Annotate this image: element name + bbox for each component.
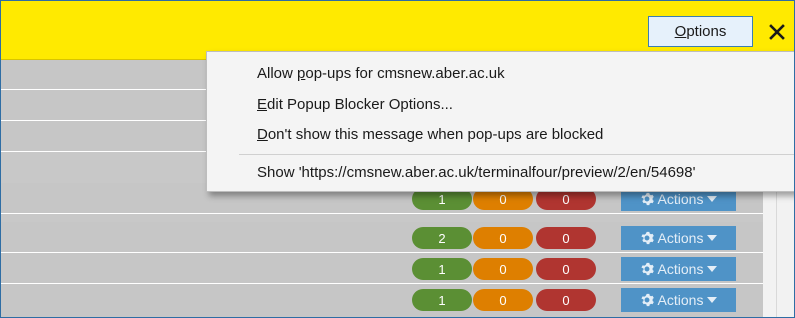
status-count-red: 0	[536, 258, 596, 280]
close-button[interactable]	[763, 18, 791, 46]
menu-item-allow-popups[interactable]: Allow pop-ups for cmsnew.aber.ac.uk	[257, 63, 505, 85]
actions-button[interactable]: Actions	[621, 226, 736, 250]
actions-label: Actions	[657, 230, 704, 246]
caret-down-icon	[707, 297, 718, 303]
actions-label: Actions	[657, 191, 704, 207]
actions-button[interactable]: Actions	[621, 257, 736, 281]
table-row: 1 0 0 Actions	[1, 284, 763, 317]
options-mnemonic: O	[674, 23, 687, 40]
status-count-orange: 0	[473, 289, 533, 311]
menu-item-show-popup-url[interactable]: Show 'https://cmsnew.aber.ac.uk/terminal…	[257, 162, 695, 184]
caret-down-icon	[707, 235, 718, 241]
table-row: 2 0 0 Actions	[1, 222, 763, 253]
cog-icon	[640, 262, 654, 276]
actions-label: Actions	[657, 261, 704, 277]
status-count-orange: 0	[473, 258, 533, 280]
popup-options-menu: Allow pop-ups for cmsnew.aber.ac.uk Edit…	[206, 51, 794, 192]
status-count-red: 0	[536, 227, 596, 249]
status-count-green: 1	[412, 289, 472, 311]
status-count-green: 1	[412, 258, 472, 280]
cog-icon	[640, 192, 654, 206]
caret-down-icon	[707, 196, 718, 202]
browser-viewport: 1 0 0 Actions 2 0 0 Actions 1 0 0 Action…	[0, 0, 795, 318]
status-count-orange: 0	[473, 227, 533, 249]
menu-item-edit-blocker-options[interactable]: Edit Popup Blocker Options...	[257, 94, 453, 116]
options-button[interactable]: Options	[648, 16, 753, 47]
actions-button[interactable]: Actions	[621, 288, 736, 312]
close-icon	[769, 24, 785, 40]
caret-down-icon	[707, 266, 718, 272]
menu-separator	[239, 154, 794, 155]
cog-icon	[640, 231, 654, 245]
menu-item-dont-show-message[interactable]: Don't show this message when pop-ups are…	[257, 124, 603, 146]
status-count-red: 0	[536, 289, 596, 311]
actions-label: Actions	[657, 292, 704, 308]
status-count-green: 2	[412, 227, 472, 249]
options-label: ptions	[686, 23, 727, 40]
table-row: 1 0 0 Actions	[1, 253, 763, 284]
cog-icon	[640, 293, 654, 307]
